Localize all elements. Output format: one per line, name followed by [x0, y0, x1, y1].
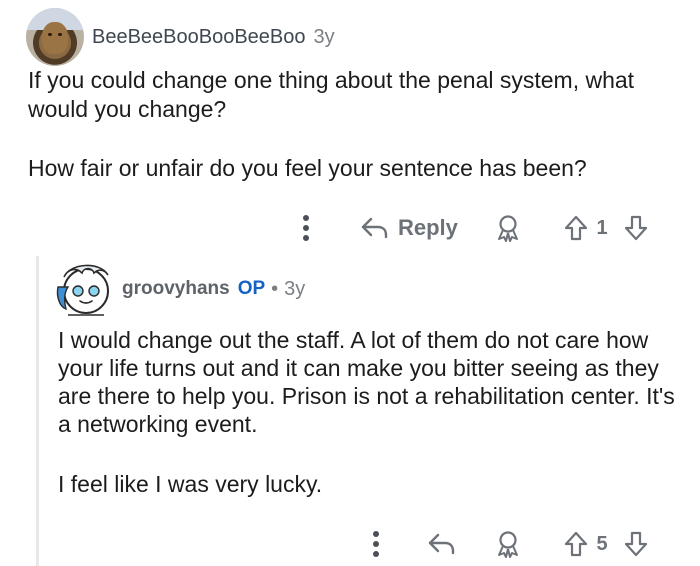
- upvote-button[interactable]: [562, 212, 590, 244]
- upvote-arrow-icon: [564, 215, 588, 241]
- parent-comment-paragraph: How fair or unfair do you feel your sent…: [28, 155, 587, 181]
- parent-comment-body: If you could change one thing about the …: [28, 66, 678, 183]
- award-button[interactable]: [494, 212, 522, 244]
- reply-button[interactable]: [426, 528, 458, 560]
- meta-separator: •: [271, 277, 279, 300]
- comment-thread: BeeBeeBooBooBeeBoo 3y If you could chang…: [0, 0, 700, 566]
- downvote-button[interactable]: [622, 528, 650, 560]
- reply-arrow-icon: [361, 217, 388, 239]
- more-options-button[interactable]: [366, 528, 386, 560]
- parent-comment-header: BeeBeeBooBooBeeBoo 3y: [26, 8, 335, 66]
- parent-username[interactable]: BeeBeeBooBooBeeBoo: [92, 26, 306, 49]
- snoo-avatar-icon: [56, 264, 109, 316]
- vote-count: 5: [596, 532, 608, 555]
- downvote-arrow-icon: [624, 215, 648, 241]
- reply-comment-actions: 5: [0, 524, 700, 564]
- award-icon: [498, 531, 518, 558]
- reply-button[interactable]: Reply: [360, 212, 458, 244]
- reply-label: Reply: [398, 215, 458, 240]
- more-vertical-icon: [303, 215, 309, 241]
- downvote-button[interactable]: [622, 212, 650, 244]
- avatar[interactable]: [54, 257, 116, 321]
- award-button[interactable]: [494, 528, 522, 560]
- reply-comment-paragraph: I feel like I was very lucky.: [58, 471, 323, 497]
- reply-username[interactable]: groovyhans: [122, 278, 230, 300]
- upvote-button[interactable]: [562, 528, 590, 560]
- parent-comment-age: 3y: [313, 25, 335, 48]
- upvote-arrow-icon: [564, 531, 588, 557]
- more-vertical-icon: [373, 531, 379, 557]
- reply-comment-age: 3y: [284, 277, 306, 300]
- reply-comment-paragraph: I would change out the staff. A lot of t…: [58, 327, 675, 437]
- thread-line[interactable]: [36, 256, 39, 566]
- vote-count: 1: [596, 216, 608, 239]
- award-icon: [498, 215, 518, 242]
- op-badge: OP: [237, 278, 266, 299]
- parent-comment-paragraph: If you could change one thing about the …: [28, 67, 635, 122]
- parent-comment-actions: Reply 1: [0, 208, 700, 248]
- reply-arrow-icon: [428, 533, 455, 555]
- avatar[interactable]: [26, 8, 84, 66]
- more-options-button[interactable]: [296, 212, 316, 244]
- reply-comment-header: groovyhans OP • 3y: [54, 256, 305, 322]
- reply-comment-body: I would change out the staff. A lot of t…: [58, 326, 688, 498]
- downvote-arrow-icon: [624, 531, 648, 557]
